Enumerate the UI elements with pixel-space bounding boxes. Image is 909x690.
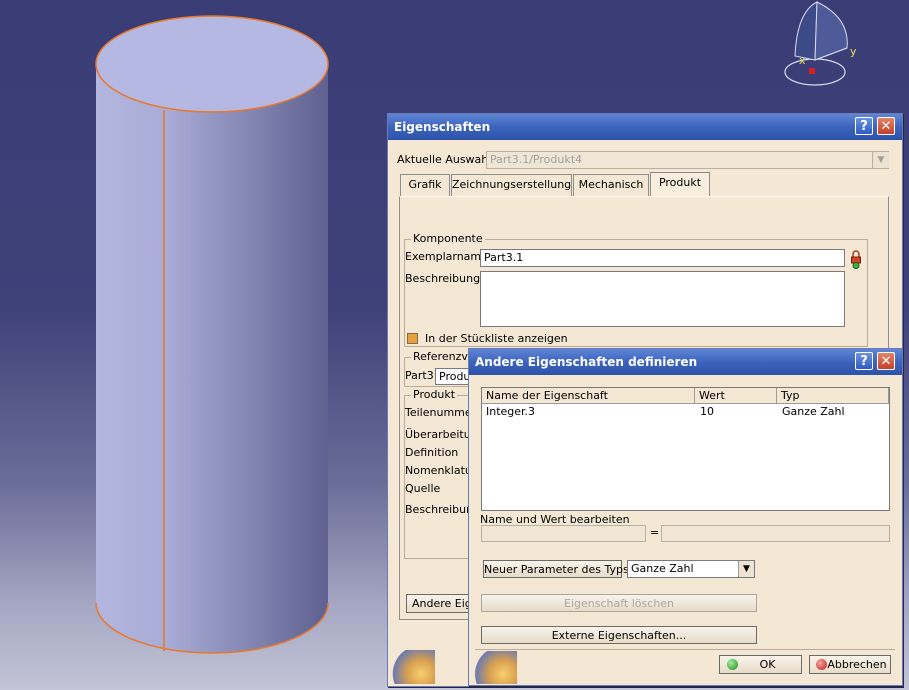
reference-group-title: Referenzve: [411, 350, 477, 363]
define-help-button[interactable]: ?: [855, 352, 873, 370]
current-selection-field[interactable]: Part3.1/Produkt4: [486, 151, 889, 169]
property-table[interactable]: Name der Eigenschaft Wert Typ Integer.3 …: [481, 387, 890, 511]
ok-icon: [727, 659, 738, 670]
close-button[interactable]: ✕: [877, 117, 895, 135]
bom-label: In der Stückliste anzeigen: [425, 332, 568, 345]
compass-icon[interactable]: y x: [775, 0, 865, 92]
column-value-label: Wert: [699, 389, 725, 402]
product-row-source: Quelle: [405, 482, 441, 495]
other-properties-button[interactable]: Andere Eige: [406, 594, 479, 613]
define-catia-logo: [471, 651, 517, 684]
ok-button[interactable]: OK: [719, 655, 802, 674]
compass-x-label: x: [799, 54, 806, 67]
product-row-nomenclature: Nomenklatur: [405, 464, 477, 477]
instance-name-field[interactable]: Part3.1: [480, 249, 845, 267]
properties-title: Eigenschaften: [394, 120, 491, 134]
reference-row-label: Part3: [405, 369, 434, 382]
tab-produkt[interactable]: Produkt: [650, 172, 710, 196]
cylinder-part[interactable]: [95, 15, 329, 654]
column-type-label: Typ: [781, 389, 800, 402]
cancel-label: Abbrechen: [827, 658, 887, 671]
define-close-button[interactable]: ✕: [877, 352, 895, 370]
current-selection-dropdown-icon[interactable]: ▼: [872, 152, 889, 168]
current-selection-value: Part3.1/Produkt4: [490, 153, 583, 166]
cancel-button[interactable]: Abbrechen: [809, 655, 891, 674]
column-name-label: Name der Eigenschaft: [486, 389, 608, 402]
external-properties-button[interactable]: Externe Eigenschaften...: [481, 626, 757, 644]
define-separator: [475, 649, 895, 650]
edit-value-field[interactable]: [661, 525, 890, 542]
tab-produkt-label: Produkt: [658, 176, 702, 189]
tab-grafik-label: Grafik: [408, 178, 442, 191]
instance-name-value: Part3.1: [484, 251, 524, 264]
define-title: Andere Eigenschaften definieren: [475, 355, 698, 369]
component-group-title: Komponente: [411, 232, 485, 245]
new-parameter-button[interactable]: Neuer Parameter des Typs: [483, 560, 629, 578]
product-row-definition: Definition: [405, 446, 459, 459]
product-row-revision: Überarbeitun: [405, 428, 478, 441]
column-name-header[interactable]: Name der Eigenschaft: [482, 388, 695, 404]
row-value-cell: 10: [700, 405, 714, 418]
tab-grafik[interactable]: Grafik: [400, 174, 450, 196]
tab-mechanisch[interactable]: Mechanisch: [573, 174, 649, 196]
help-button[interactable]: ?: [855, 117, 873, 135]
product-row-part-number: Teilenummer: [405, 406, 477, 419]
tab-zeichnungserstellung[interactable]: Zeichnungserstellung: [451, 174, 572, 196]
row-type-cell: Ganze Zahl: [782, 405, 845, 418]
new-parameter-label: Neuer Parameter des Typs: [484, 563, 629, 576]
description-field[interactable]: [480, 271, 845, 327]
catia-logo: [389, 650, 435, 684]
instance-name-label: Exemplarname: [405, 250, 488, 263]
bom-checkbox[interactable]: [407, 333, 418, 344]
parameter-type-select[interactable]: Ganze Zahl ▼: [627, 560, 755, 578]
equals-sign: =: [650, 526, 660, 539]
lock-icon[interactable]: [850, 249, 862, 269]
parameter-type-value: Ganze Zahl: [631, 562, 694, 575]
external-properties-label: Externe Eigenschaften...: [551, 629, 687, 642]
column-value-header[interactable]: Wert: [695, 388, 777, 404]
tab-zeichnungserstellung-label: Zeichnungserstellung: [452, 178, 572, 191]
current-selection-label: Aktuelle Auswahl:: [397, 153, 496, 166]
delete-property-button[interactable]: Eigenschaft löschen: [481, 594, 757, 612]
cancel-icon: [816, 659, 827, 670]
compass-y-label: y: [850, 45, 857, 58]
table-row[interactable]: Integer.3 10 Ganze Zahl: [482, 405, 889, 419]
delete-property-label: Eigenschaft löschen: [564, 597, 674, 610]
product-group-title: Produkt: [411, 388, 458, 401]
properties-titlebar[interactable]: Eigenschaften: [388, 114, 902, 140]
row-name-cell: Integer.3: [486, 405, 536, 418]
column-type-header[interactable]: Typ: [777, 388, 889, 404]
tab-mechanisch-label: Mechanisch: [578, 178, 644, 191]
description-label: Beschreibung: [405, 272, 481, 285]
reference-row-value: Produ: [439, 370, 471, 383]
define-properties-dialog: Andere Eigenschaften definieren ? ✕ Name…: [468, 348, 903, 686]
define-titlebar[interactable]: Andere Eigenschaften definieren: [469, 349, 902, 375]
edit-name-field[interactable]: [481, 525, 646, 542]
ok-label: OK: [759, 658, 776, 671]
chevron-down-icon[interactable]: ▼: [738, 561, 754, 577]
